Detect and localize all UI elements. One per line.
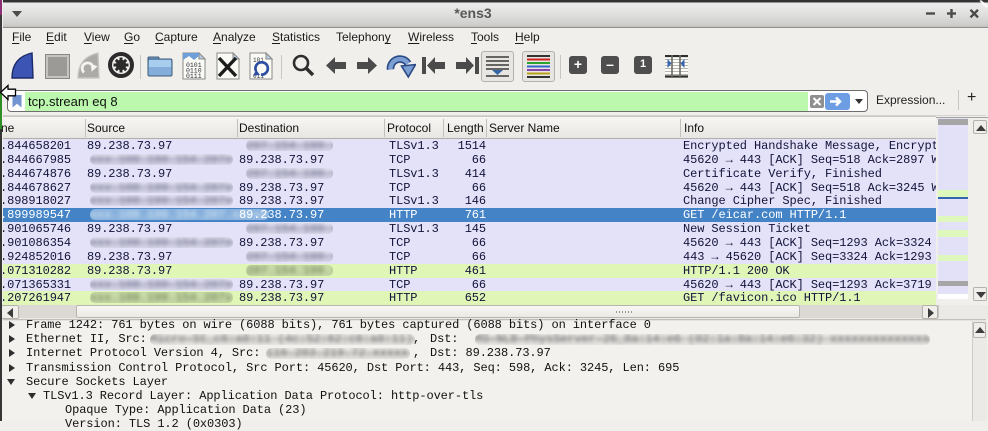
svg-text:0111: 0111 bbox=[186, 73, 202, 80]
